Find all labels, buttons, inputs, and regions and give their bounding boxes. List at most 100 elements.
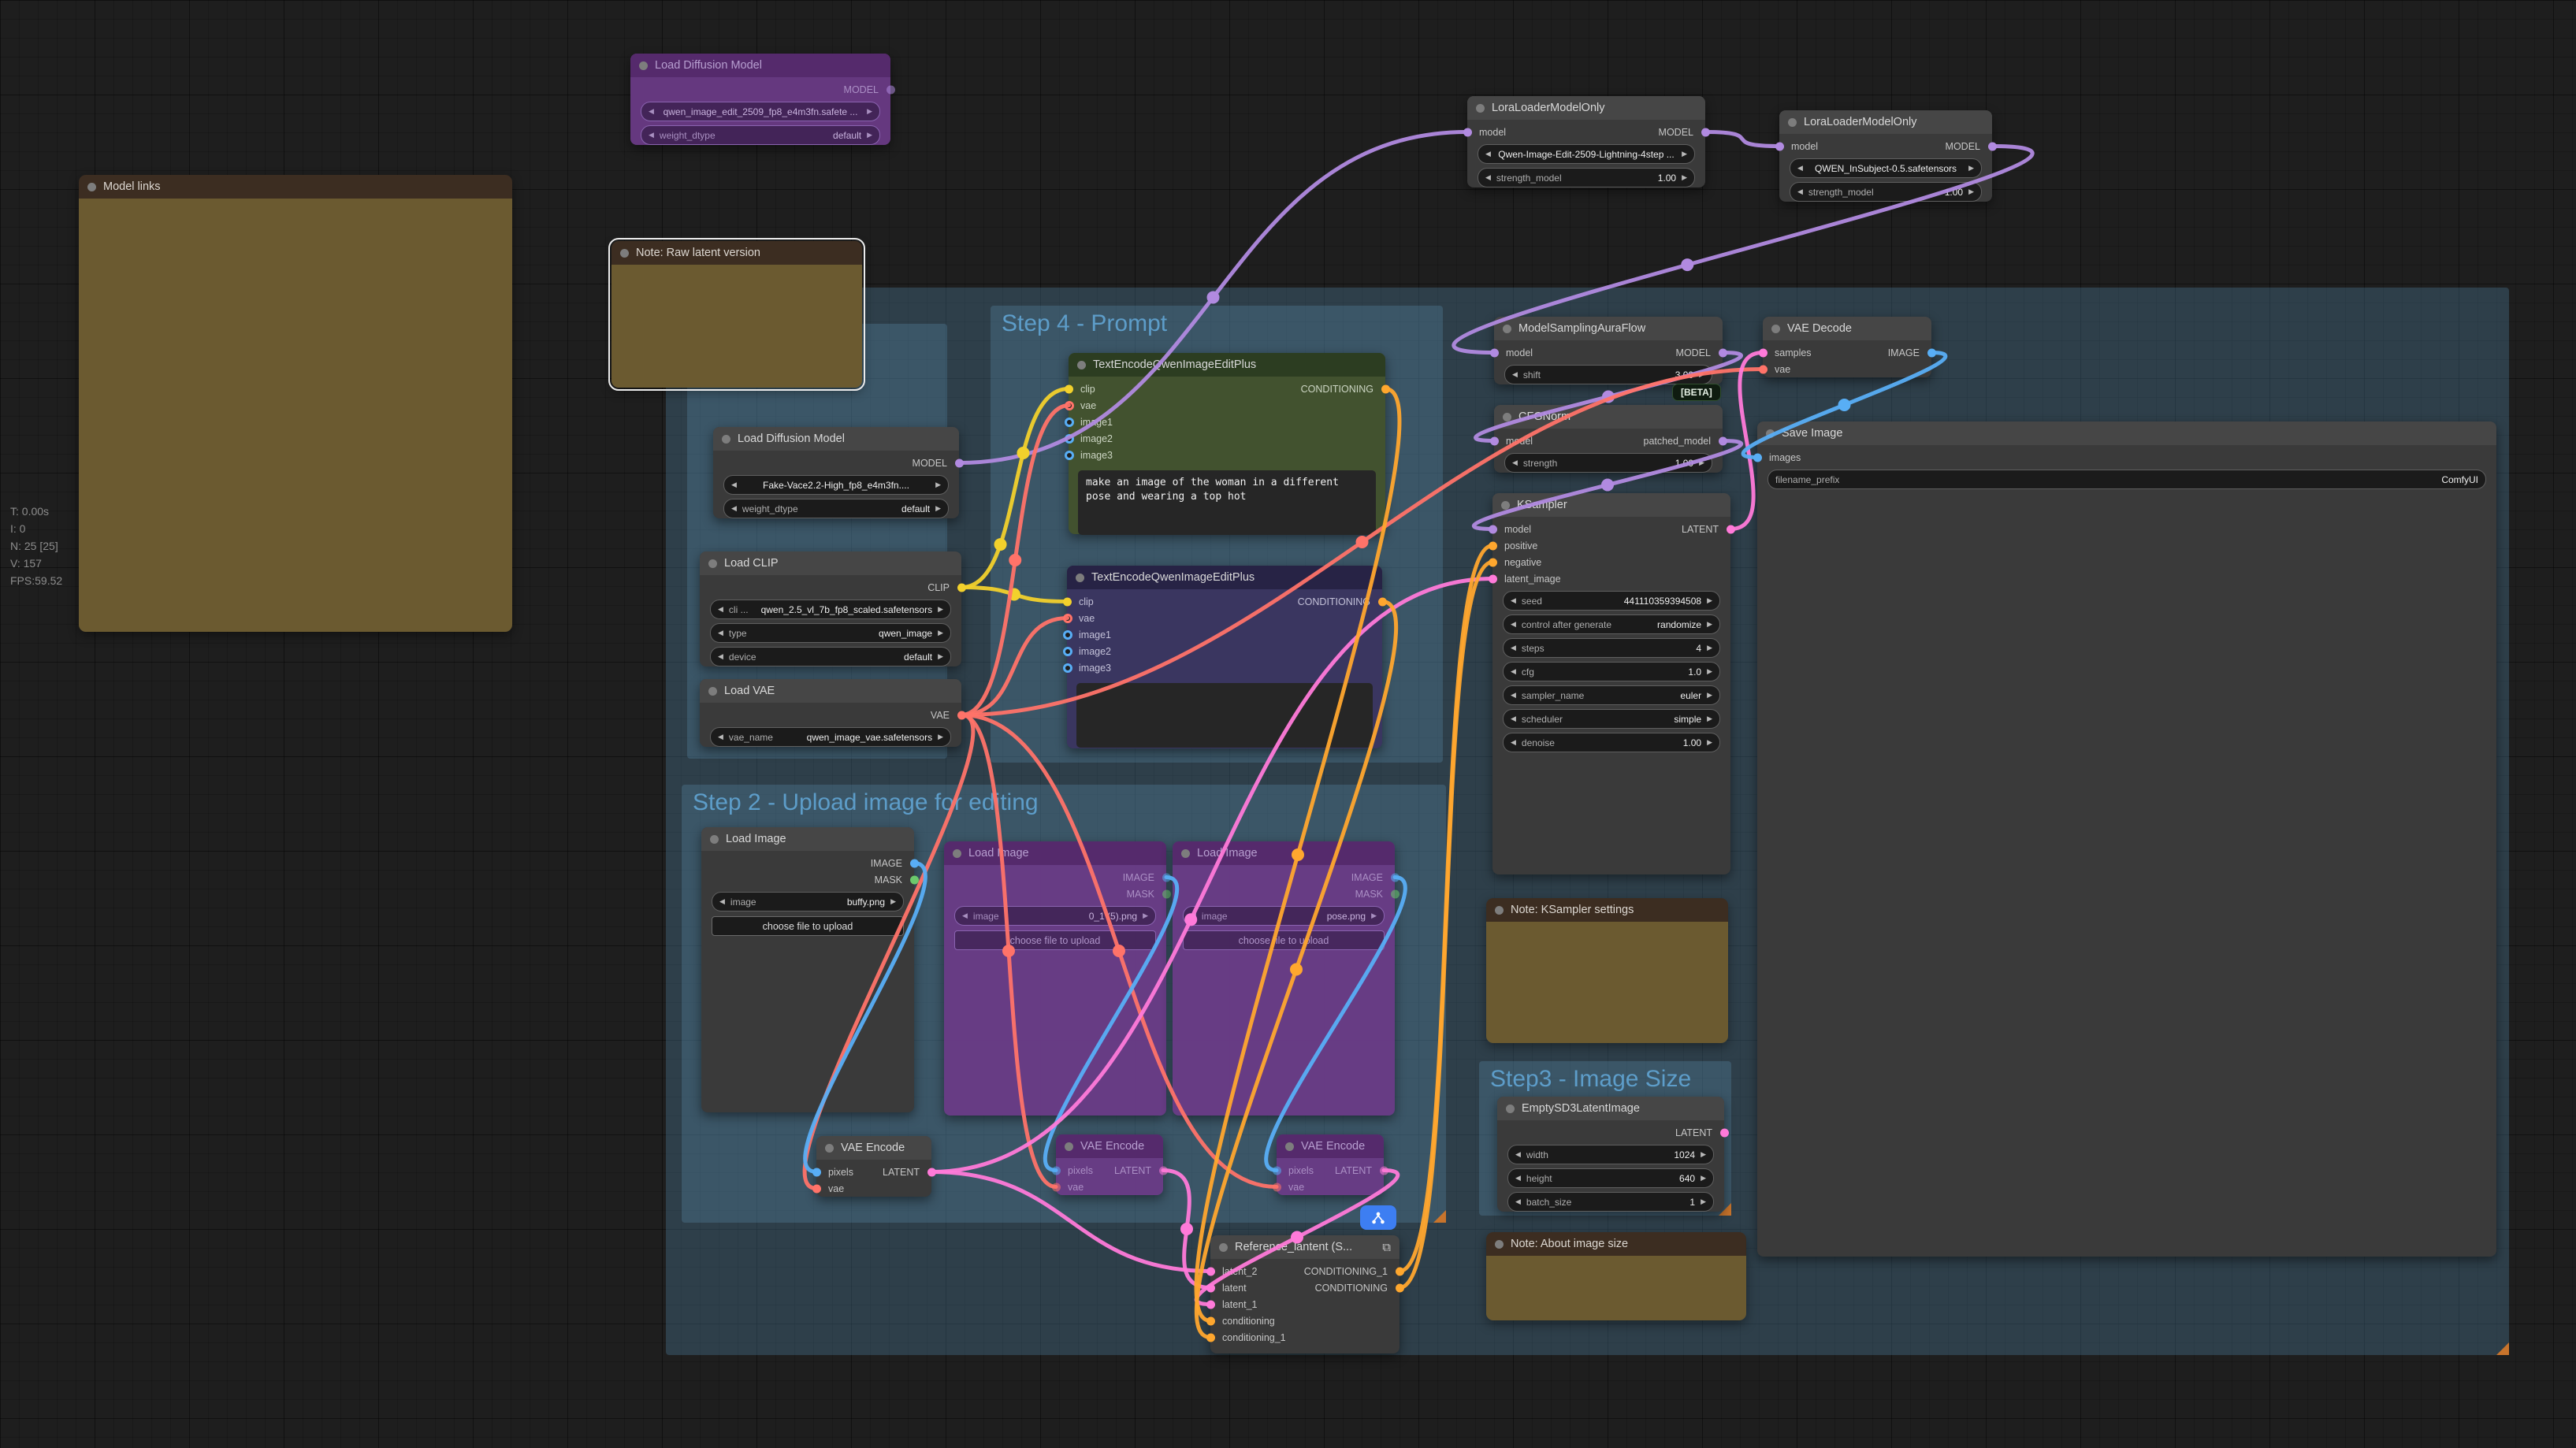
node-vae_encode[interactable]: VAE EncodepixelsLATENTvae [816, 1136, 931, 1197]
node-load_image_b2[interactable]: Load ImageIMAGEMASK◀imagepose.png▶choose… [1173, 841, 1395, 1116]
note-about-image-size[interactable]: Note: About image size [1486, 1232, 1746, 1320]
node-header[interactable]: EmptySD3LatentImage [1497, 1097, 1724, 1120]
node-header[interactable]: VAE Encode [816, 1136, 931, 1160]
node-header[interactable]: VAE Decode [1763, 317, 1931, 340]
prompt-textarea[interactable]: make an image of the woman in a differen… [1078, 470, 1376, 535]
node-te_positive[interactable]: TextEncodeQwenImageEditPlusclipCONDITION… [1069, 353, 1385, 534]
combo-left-arrow-icon[interactable]: ◀ [1511, 715, 1516, 723]
node-graph-canvas[interactable]: Step 4 - PromptStep 2 - Upload image for… [0, 0, 2576, 1448]
output-port-MODEL[interactable] [1701, 128, 1710, 136]
widget-batch_size[interactable]: ◀batch_size1▶ [1507, 1192, 1714, 1212]
input-port-vae[interactable] [1065, 401, 1074, 410]
combo-right-arrow-icon[interactable]: ▶ [1143, 911, 1148, 920]
combo-right-arrow-icon[interactable]: ▶ [890, 897, 896, 906]
node-header[interactable]: TextEncodeQwenImageEditPlus [1067, 566, 1382, 589]
combo-right-arrow-icon[interactable]: ▶ [1707, 715, 1712, 723]
collapse-dot-icon[interactable] [1076, 574, 1084, 582]
input-port-latent_2[interactable] [1206, 1267, 1215, 1275]
combo-right-arrow-icon[interactable]: ▶ [1682, 150, 1687, 158]
node-model_sampling[interactable]: ModelSamplingAuraFlowmodelMODEL◀shift3.0… [1494, 317, 1723, 384]
node-lora1[interactable]: LoraLoaderModelOnlymodelMODEL◀Qwen-Image… [1467, 96, 1705, 187]
output-port-LATENT[interactable] [927, 1168, 936, 1176]
input-port-image3[interactable] [1065, 451, 1074, 460]
note-ksampler-settings[interactable]: Note: KSampler settings [1486, 898, 1728, 1043]
combo-left-arrow-icon[interactable]: ◀ [1511, 644, 1516, 652]
widget-weight_dtype[interactable]: ◀weight_dtypedefault▶ [641, 125, 880, 145]
output-port-IMAGE[interactable] [1162, 873, 1171, 882]
widget-value[interactable]: ◀qwen_image_edit_2509_fp8_e4m3fn.safete … [641, 102, 880, 121]
collapse-dot-icon[interactable] [639, 61, 648, 70]
node-header[interactable]: Load Image [944, 841, 1166, 865]
node-load_image[interactable]: Load ImageIMAGEMASK◀imagebuffy.png▶choos… [701, 827, 914, 1112]
widget-scheduler[interactable]: ◀schedulersimple▶ [1503, 709, 1720, 729]
collapse-dot-icon[interactable] [620, 249, 629, 258]
node-te_negative[interactable]: TextEncodeQwenImageEditPlusclipCONDITION… [1067, 566, 1382, 748]
combo-right-arrow-icon[interactable]: ▶ [935, 481, 941, 489]
note-raw-latent[interactable]: Note: Raw latent version [611, 241, 862, 388]
output-port-LATENT[interactable] [1159, 1166, 1168, 1175]
collapse-dot-icon[interactable] [1503, 325, 1511, 333]
combo-left-arrow-icon[interactable]: ◀ [718, 629, 723, 637]
group-title[interactable]: Step 4 - Prompt [1002, 310, 1167, 337]
note-header[interactable]: Model links [79, 175, 512, 199]
collapse-dot-icon[interactable] [87, 183, 96, 191]
note-model-links[interactable]: Model links [79, 175, 512, 632]
output-port-CONDITIONING[interactable] [1378, 597, 1387, 606]
widget-vae_name[interactable]: ◀vae_nameqwen_image_vae.safetensors▶ [710, 727, 951, 747]
input-port-pixels[interactable] [812, 1168, 821, 1176]
collapse-dot-icon[interactable] [710, 835, 719, 844]
collapse-dot-icon[interactable] [1065, 1142, 1073, 1151]
combo-right-arrow-icon[interactable]: ▶ [1699, 370, 1704, 379]
output-port-MASK[interactable] [1391, 889, 1400, 898]
combo-left-arrow-icon[interactable]: ◀ [1797, 187, 1803, 196]
widget-shift[interactable]: ◀shift3.00▶ [1504, 365, 1712, 384]
combo-right-arrow-icon[interactable]: ▶ [1682, 173, 1687, 182]
node-save_image[interactable]: Save Imageimagesfilename_prefixComfyUI [1757, 421, 2496, 1257]
combo-left-arrow-icon[interactable]: ◀ [1511, 691, 1516, 700]
widget-image[interactable]: ◀imagepose.png▶ [1183, 906, 1385, 926]
combo-right-arrow-icon[interactable]: ▶ [1707, 596, 1712, 605]
collapse-dot-icon[interactable] [708, 559, 717, 568]
widget-strength_model[interactable]: ◀strength_model1.00▶ [1478, 168, 1695, 187]
combo-right-arrow-icon[interactable]: ▶ [1701, 1197, 1706, 1206]
widget-filename_prefix[interactable]: filename_prefixComfyUI [1768, 470, 2486, 489]
node-header[interactable]: Load Image [1173, 841, 1395, 865]
collapse-dot-icon[interactable] [953, 849, 961, 858]
input-port-image3[interactable] [1063, 663, 1072, 673]
collapse-dot-icon[interactable] [1285, 1142, 1294, 1151]
node-header[interactable]: VAE Encode [1056, 1134, 1163, 1158]
combo-left-arrow-icon[interactable]: ◀ [718, 605, 723, 614]
combo-right-arrow-icon[interactable]: ▶ [938, 652, 943, 661]
output-port-LATENT[interactable] [1720, 1128, 1729, 1137]
combo-right-arrow-icon[interactable]: ▶ [1968, 164, 1974, 173]
widget-denoise[interactable]: ◀denoise1.00▶ [1503, 733, 1720, 752]
note-header[interactable]: Note: About image size [1486, 1232, 1746, 1256]
combo-left-arrow-icon[interactable]: ◀ [1511, 620, 1516, 629]
input-port-image2[interactable] [1063, 647, 1072, 656]
node-header[interactable]: Save Image [1757, 421, 2496, 445]
input-port-clip[interactable] [1063, 597, 1072, 606]
input-port-model[interactable] [1490, 436, 1499, 445]
widget-type[interactable]: ◀typeqwen_image▶ [710, 623, 951, 643]
output-port-CONDITIONING[interactable] [1381, 384, 1390, 393]
note-header[interactable]: Note: KSampler settings [1486, 898, 1728, 922]
collapse-dot-icon[interactable] [1771, 325, 1780, 333]
input-port-conditioning[interactable] [1206, 1316, 1215, 1325]
group-title[interactable]: Step3 - Image Size [1490, 1066, 1691, 1093]
combo-left-arrow-icon[interactable]: ◀ [1485, 173, 1491, 182]
prompt-textarea[interactable] [1076, 683, 1373, 748]
input-port-image2[interactable] [1065, 434, 1074, 444]
combo-right-arrow-icon[interactable]: ▶ [1701, 1150, 1706, 1159]
widget-seed[interactable]: ◀seed441110359394508▶ [1503, 591, 1720, 611]
combo-left-arrow-icon[interactable]: ◀ [731, 481, 737, 489]
combo-right-arrow-icon[interactable]: ▶ [1701, 1174, 1706, 1183]
input-port-clip[interactable] [1065, 384, 1073, 393]
combo-right-arrow-icon[interactable]: ▶ [867, 131, 872, 139]
output-port-patched_model[interactable] [1719, 436, 1727, 445]
subgraph-badge[interactable] [1360, 1205, 1396, 1230]
input-port-latent_image[interactable] [1489, 574, 1497, 583]
node-header[interactable]: Load VAE [700, 679, 961, 703]
combo-left-arrow-icon[interactable]: ◀ [1511, 596, 1516, 605]
node-vae_decode[interactable]: VAE DecodesamplesIMAGEvae [1763, 317, 1931, 377]
widget-weight_dtype[interactable]: ◀weight_dtypedefault▶ [723, 499, 949, 518]
